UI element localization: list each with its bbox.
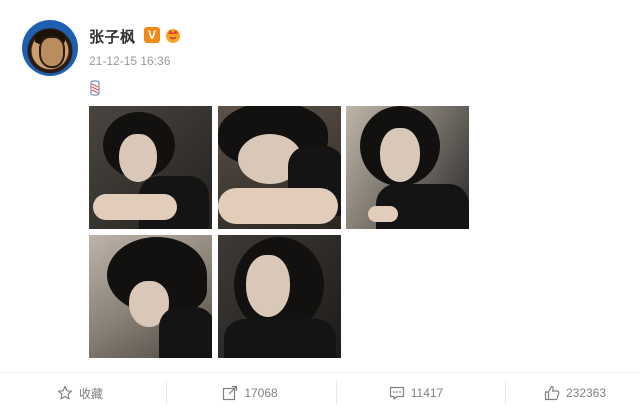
repost-button[interactable]: 17068	[170, 373, 330, 413]
like-count: 232363	[565, 386, 607, 400]
avatar-face	[39, 36, 65, 68]
photo-3[interactable]	[346, 106, 469, 229]
vip-crown-icon	[166, 29, 180, 43]
divider	[166, 381, 167, 405]
comment-icon	[389, 386, 404, 400]
photo-5[interactable]	[218, 235, 341, 358]
photo-2[interactable]	[218, 106, 341, 229]
post-timestamp[interactable]: 21-12-15 16:36	[89, 54, 170, 68]
photo-1[interactable]	[89, 106, 212, 229]
star-icon	[57, 385, 73, 400]
verified-badge-icon: V	[144, 27, 160, 43]
pencil-emoji-icon	[90, 80, 100, 96]
like-button[interactable]: 232363	[510, 373, 640, 413]
photo-4[interactable]	[89, 235, 212, 358]
thumbs-up-icon	[544, 385, 560, 401]
username[interactable]: 张子枫	[89, 26, 136, 47]
comment-count: 11417	[410, 386, 444, 400]
repost-count: 17068	[244, 386, 278, 400]
action-bar: 收藏 17068 11417 232363	[0, 372, 640, 413]
favorite-label: 收藏	[78, 386, 103, 401]
comment-button[interactable]: 11417	[336, 373, 496, 413]
divider	[505, 381, 506, 405]
avatar[interactable]	[22, 20, 78, 76]
share-icon	[223, 385, 238, 401]
favorite-button[interactable]: 收藏	[0, 373, 160, 413]
